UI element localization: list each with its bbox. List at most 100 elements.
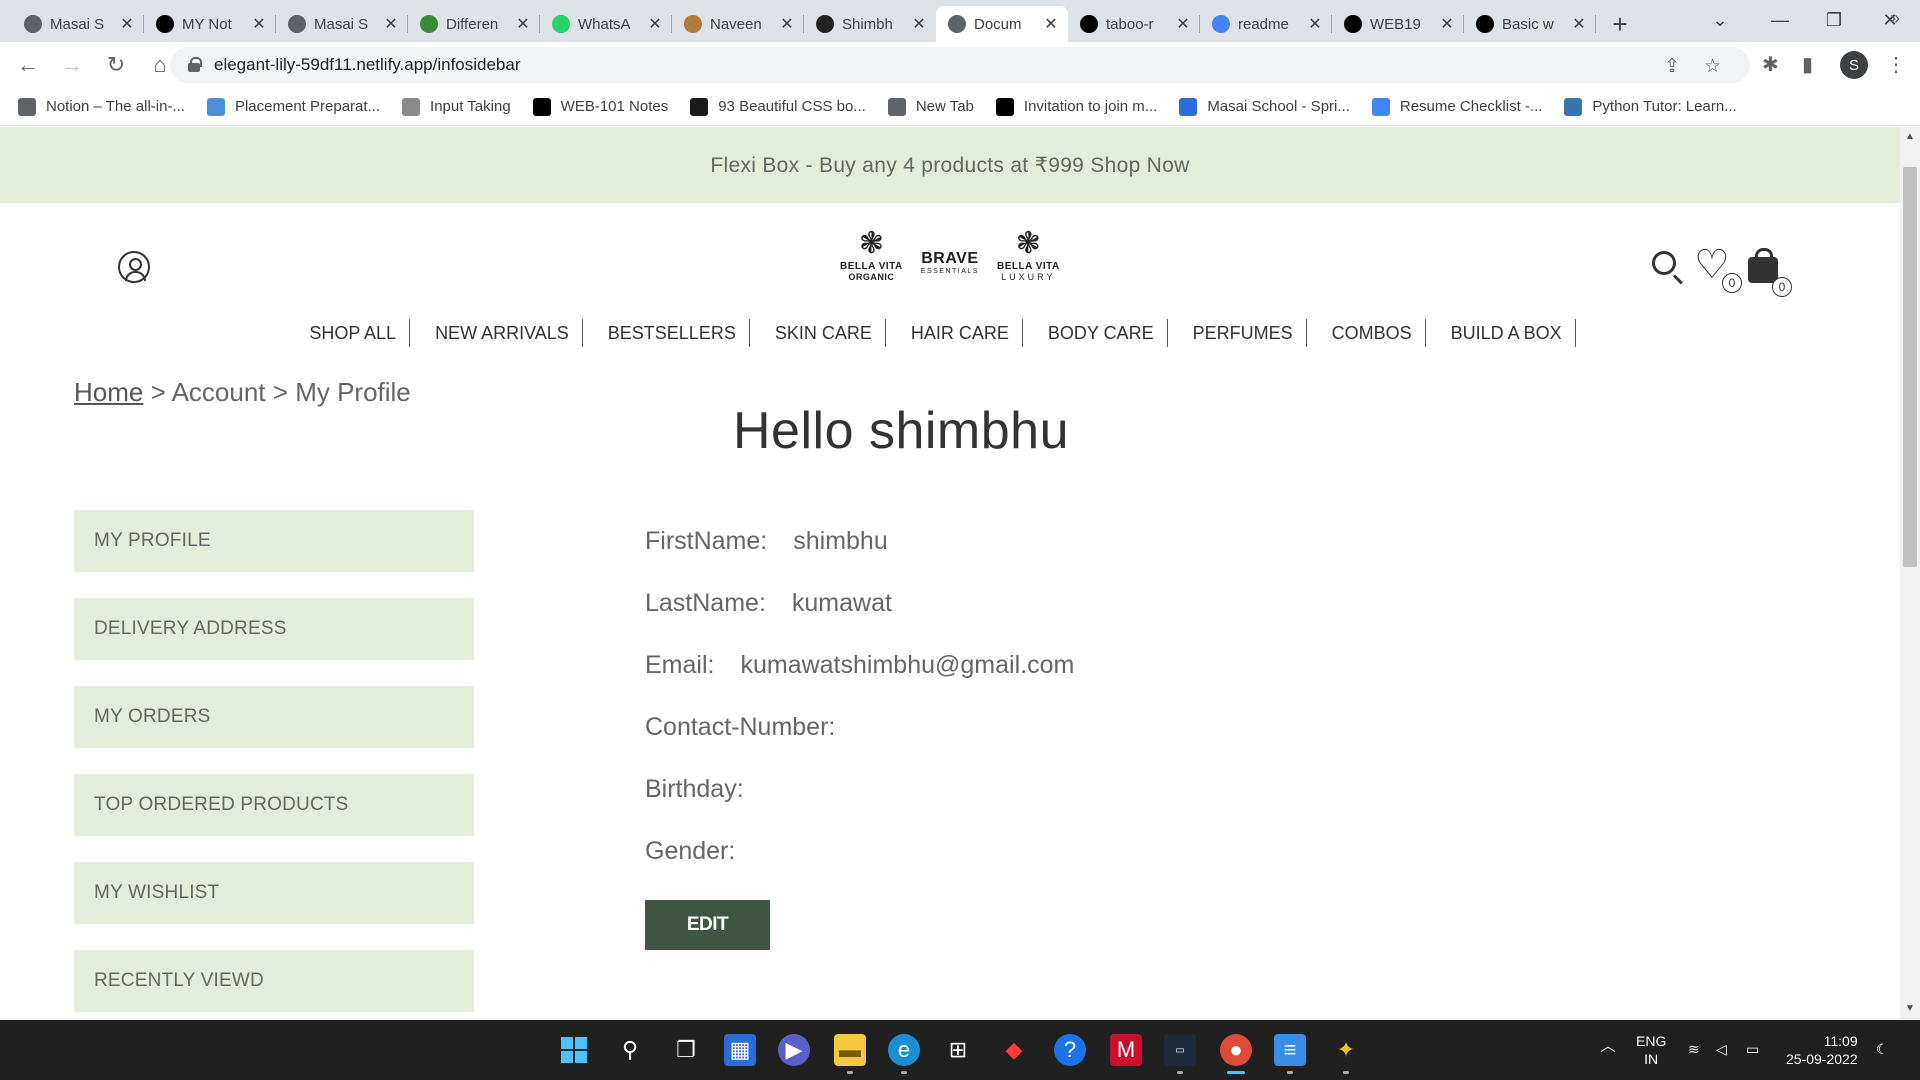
bookmark-item[interactable]: New Tab <box>887 97 974 116</box>
browser-tab[interactable]: Shimbh ✕ <box>804 6 936 42</box>
battery-icon[interactable]: ▭ <box>1746 1040 1759 1058</box>
browser-tab[interactable]: taboo-r ✕ <box>1068 6 1200 42</box>
browser-tab[interactable]: readme ✕ <box>1200 6 1332 42</box>
notifications-icon[interactable]: ☾ <box>1876 1040 1889 1058</box>
browser-tab[interactable]: WhatsA ✕ <box>540 6 672 42</box>
close-tab-icon[interactable]: ✕ <box>1174 14 1192 34</box>
close-tab-icon[interactable]: ✕ <box>646 14 664 34</box>
help-icon[interactable]: ? <box>1054 1034 1086 1066</box>
close-tab-icon[interactable]: ✕ <box>910 14 928 34</box>
account-icon[interactable] <box>118 251 150 283</box>
sidebar-item[interactable]: MY WISHLIST <box>74 862 474 924</box>
nav-item[interactable]: COMBOS <box>1332 319 1426 347</box>
browser-tab[interactable]: Basic w ✕ <box>1464 6 1596 42</box>
mysql-icon[interactable]: ▭ <box>1164 1034 1196 1066</box>
browser-tab[interactable]: Differen ✕ <box>408 6 540 42</box>
vscode-icon[interactable]: ✦ <box>1330 1034 1362 1066</box>
bookmark-item[interactable]: Python Tutor: Learn... <box>1564 97 1737 116</box>
bookmark-item[interactable]: WEB-101 Notes <box>532 97 668 116</box>
windows-start-icon[interactable] <box>558 1034 590 1066</box>
bookmark-item[interactable]: 93 Beautiful CSS bo... <box>690 97 866 116</box>
bookmark-item[interactable]: Masai School - Spri... <box>1179 97 1350 116</box>
share-icon[interactable]: ⇪ <box>1664 55 1680 78</box>
more-bookmarks-icon[interactable]: » <box>1890 8 1900 29</box>
task-view-icon[interactable]: ❐ <box>670 1034 702 1066</box>
nav-item[interactable]: SHOP ALL <box>309 319 411 347</box>
notepad-icon[interactable]: ≡ <box>1274 1034 1306 1066</box>
new-tab-icon[interactable]: + <box>1602 6 1638 42</box>
widgets-icon[interactable]: ▦ <box>724 1034 756 1066</box>
search-taskbar-icon[interactable]: ⚲ <box>614 1034 646 1066</box>
browser-tab-active[interactable]: Docum ✕ <box>936 6 1068 42</box>
lock-icon[interactable] <box>188 57 202 72</box>
profile-avatar[interactable]: S <box>1840 51 1868 79</box>
forward-icon[interactable]: → <box>54 47 90 83</box>
mcafee-icon[interactable]: M <box>1110 1034 1142 1066</box>
back-icon[interactable]: ← <box>10 47 46 83</box>
browser-tab[interactable]: WEB19 ✕ <box>1332 6 1464 42</box>
nav-item[interactable]: NEW ARRIVALS <box>435 319 583 347</box>
side-panel-icon[interactable]: ▮ <box>1802 52 1813 77</box>
sidebar-item[interactable]: TOP ORDERED PRODUCTS <box>74 774 474 836</box>
sidebar-item[interactable]: MY ORDERS <box>74 686 474 748</box>
bella-vita-luxury-logo[interactable]: ❃ BELLA VITA LUXURY <box>997 229 1060 283</box>
file-explorer-icon[interactable]: ▬ <box>834 1034 866 1066</box>
github-icon <box>1476 15 1494 33</box>
bookmark-item[interactable]: Notion – The all-in-... <box>18 97 185 116</box>
scroll-down-icon[interactable]: ▼ <box>1905 1003 1915 1014</box>
browser-tab[interactable]: MY Not ✕ <box>144 6 276 42</box>
volume-icon[interactable]: ◁ <box>1716 1040 1727 1058</box>
chrome-icon[interactable]: ● <box>1220 1034 1252 1066</box>
bookmark-item[interactable]: Placement Preparat... <box>206 97 380 116</box>
reload-icon[interactable]: ↻ <box>98 47 134 83</box>
close-tab-icon[interactable]: ✕ <box>514 14 532 34</box>
nav-item[interactable]: PERFUMES <box>1193 319 1307 347</box>
clock[interactable]: 11:09 25-09-2022 <box>1786 1032 1858 1068</box>
close-tab-icon[interactable]: ✕ <box>1570 14 1588 34</box>
scroll-up-icon[interactable]: ▲ <box>1905 131 1915 142</box>
edge-icon[interactable]: e <box>888 1034 920 1066</box>
edit-button[interactable]: EDIT <box>645 900 770 950</box>
minimize-icon[interactable]: — <box>1756 0 1804 40</box>
bookmark-item[interactable]: Invitation to join m... <box>995 97 1157 116</box>
close-tab-icon[interactable]: ✕ <box>118 14 136 34</box>
show-hidden-icons[interactable]: ︿ <box>1600 1038 1616 1056</box>
announcement-bar[interactable]: Flexi Box - Buy any 4 products at ₹999 S… <box>0 127 1900 203</box>
sidebar-item[interactable]: RECENTLY VIEWD <box>74 950 474 1012</box>
sidebar-item[interactable]: MY PROFILE <box>74 510 474 572</box>
chat-icon[interactable]: ▶ <box>778 1034 810 1066</box>
browser-tab[interactable]: Masai S ✕ <box>276 6 408 42</box>
wifi-icon[interactable]: ≋ <box>1688 1040 1700 1058</box>
brave-essentials-logo[interactable]: BRAVE ESSENTIALS <box>921 236 979 275</box>
nav-item[interactable]: BODY CARE <box>1048 319 1168 347</box>
cart-bag-icon[interactable] <box>1748 248 1778 283</box>
tab-search-icon[interactable]: ⌄ <box>1696 0 1744 40</box>
close-tab-icon[interactable]: ✕ <box>1438 14 1456 34</box>
bella-vita-organic-logo[interactable]: ❃ BELLA VITA ORGANIC <box>840 229 903 283</box>
nav-item[interactable]: BESTSELLERS <box>608 319 750 347</box>
language-indicator[interactable]: ENG IN <box>1636 1032 1666 1068</box>
store-icon[interactable]: ⊞ <box>942 1034 974 1066</box>
close-tab-icon[interactable]: ✕ <box>250 14 268 34</box>
nav-item[interactable]: BUILD A BOX <box>1451 319 1576 347</box>
nav-item[interactable]: HAIR CARE <box>911 319 1023 347</box>
browser-tab[interactable]: Masai S ✕ <box>12 6 144 42</box>
restore-icon[interactable]: ❐ <box>1810 0 1858 40</box>
bookmark-item[interactable]: Input Taking <box>402 97 511 116</box>
nav-item[interactable]: SKIN CARE <box>775 319 886 347</box>
browser-tab[interactable]: Naveen ✕ <box>672 6 804 42</box>
search-icon[interactable] <box>1652 251 1676 275</box>
scrollbar-thumb[interactable] <box>1903 167 1917 567</box>
bookmark-star-icon[interactable]: ☆ <box>1704 55 1721 78</box>
menu-icon[interactable]: ⋮ <box>1886 52 1906 77</box>
page-scrollbar[interactable]: ▲ ▼ <box>1900 127 1920 1019</box>
sidebar-item[interactable]: DELIVERY ADDRESS <box>74 598 474 660</box>
extensions-icon[interactable]: ✱ <box>1762 52 1779 77</box>
close-tab-icon[interactable]: ✕ <box>382 14 400 34</box>
close-tab-icon[interactable]: ✕ <box>778 14 796 34</box>
bookmark-item[interactable]: Resume Checklist -... <box>1371 97 1542 116</box>
address-bar[interactable]: elegant-lily-59df11.netlify.app/infoside… <box>170 47 1750 83</box>
close-tab-icon[interactable]: ✕ <box>1042 14 1060 34</box>
close-tab-icon[interactable]: ✕ <box>1306 14 1324 34</box>
anydesk-icon[interactable]: ◆ <box>998 1034 1030 1066</box>
